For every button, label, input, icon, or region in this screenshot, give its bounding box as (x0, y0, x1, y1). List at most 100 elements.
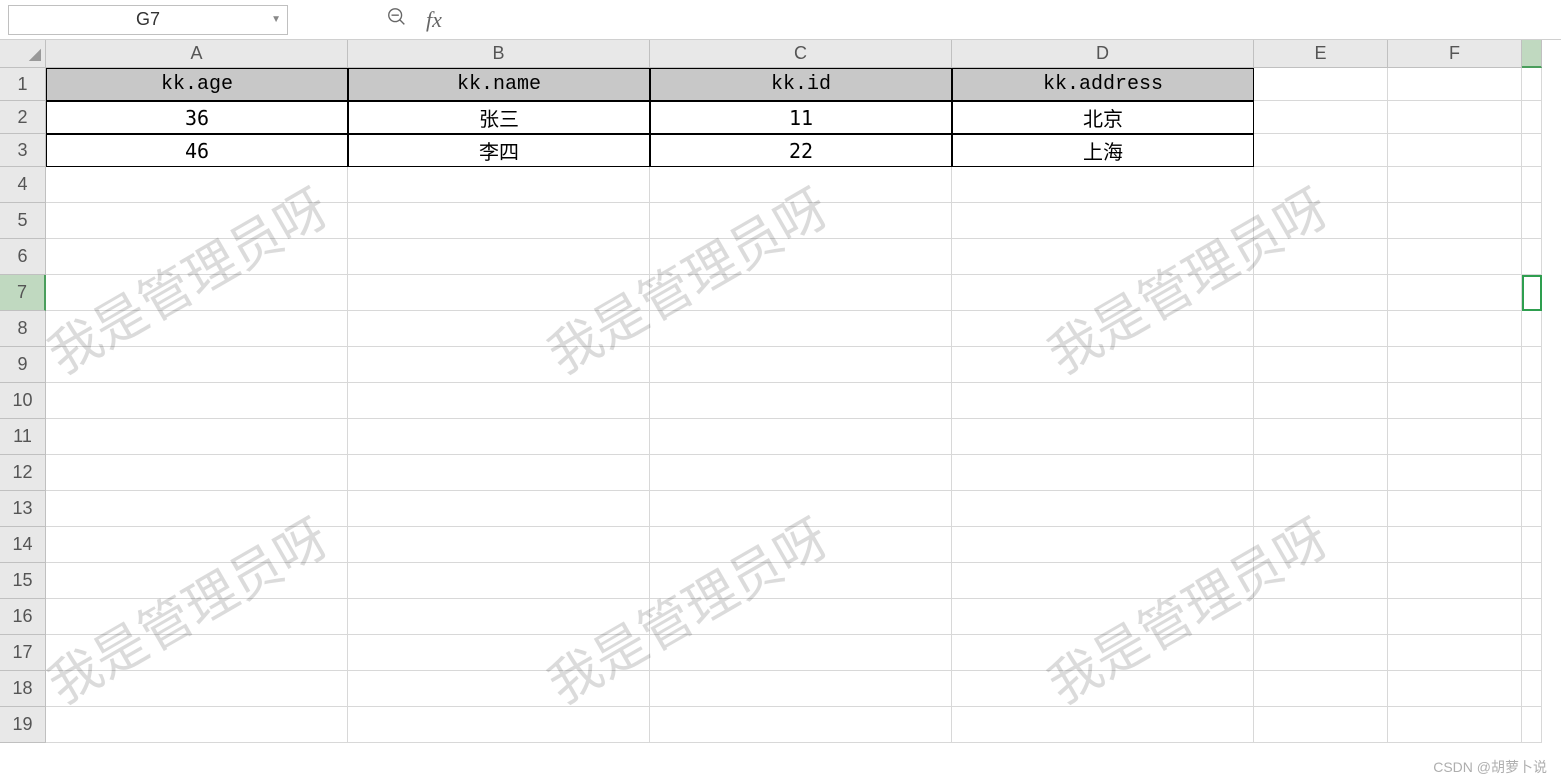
row-header-13[interactable]: 13 (0, 491, 46, 527)
cell-E11[interactable] (1254, 419, 1388, 455)
cell-F2[interactable] (1388, 101, 1522, 134)
cell-B12[interactable] (348, 455, 650, 491)
cell-D14[interactable] (952, 527, 1254, 563)
cell-G2[interactable] (1522, 101, 1542, 134)
cell-D19[interactable] (952, 707, 1254, 743)
cell-A7[interactable] (46, 275, 348, 311)
cell-A2[interactable]: 36 (46, 101, 348, 134)
cell-A3[interactable]: 46 (46, 134, 348, 167)
cell-D10[interactable] (952, 383, 1254, 419)
cell-A19[interactable] (46, 707, 348, 743)
cell-G17[interactable] (1522, 635, 1542, 671)
cell-A16[interactable] (46, 599, 348, 635)
cell-G19[interactable] (1522, 707, 1542, 743)
cell-D2[interactable]: 北京 (952, 101, 1254, 134)
cell-F15[interactable] (1388, 563, 1522, 599)
cell-B19[interactable] (348, 707, 650, 743)
row-header-12[interactable]: 12 (0, 455, 46, 491)
cell-A10[interactable] (46, 383, 348, 419)
cell-A11[interactable] (46, 419, 348, 455)
row-header-17[interactable]: 17 (0, 635, 46, 671)
cell-G7[interactable] (1522, 275, 1542, 311)
cell-D11[interactable] (952, 419, 1254, 455)
cell-D18[interactable] (952, 671, 1254, 707)
cell-B9[interactable] (348, 347, 650, 383)
row-header-7[interactable]: 7 (0, 275, 46, 311)
cell-G15[interactable] (1522, 563, 1542, 599)
cell-A5[interactable] (46, 203, 348, 239)
cell-F12[interactable] (1388, 455, 1522, 491)
cell-D1[interactable]: kk.address (952, 68, 1254, 101)
cell-D7[interactable] (952, 275, 1254, 311)
cell-G9[interactable] (1522, 347, 1542, 383)
cell-B8[interactable] (348, 311, 650, 347)
zoom-out-icon[interactable] (386, 6, 408, 34)
cell-B15[interactable] (348, 563, 650, 599)
cell-D4[interactable] (952, 167, 1254, 203)
chevron-down-icon[interactable]: ▼ (271, 14, 281, 25)
name-box[interactable]: G7 ▼ (8, 5, 288, 35)
cell-C1[interactable]: kk.id (650, 68, 952, 101)
cell-C4[interactable] (650, 167, 952, 203)
row-header-9[interactable]: 9 (0, 347, 46, 383)
cell-E3[interactable] (1254, 134, 1388, 167)
column-header-G[interactable] (1522, 40, 1542, 68)
cell-A15[interactable] (46, 563, 348, 599)
cell-C8[interactable] (650, 311, 952, 347)
cell-F13[interactable] (1388, 491, 1522, 527)
cell-G12[interactable] (1522, 455, 1542, 491)
cell-C5[interactable] (650, 203, 952, 239)
cell-C3[interactable]: 22 (650, 134, 952, 167)
cell-D16[interactable] (952, 599, 1254, 635)
cell-E1[interactable] (1254, 68, 1388, 101)
cell-B2[interactable]: 张三 (348, 101, 650, 134)
cell-A8[interactable] (46, 311, 348, 347)
cell-F16[interactable] (1388, 599, 1522, 635)
row-header-3[interactable]: 3 (0, 134, 46, 167)
cell-G4[interactable] (1522, 167, 1542, 203)
cell-E14[interactable] (1254, 527, 1388, 563)
cell-B10[interactable] (348, 383, 650, 419)
cell-C7[interactable] (650, 275, 952, 311)
cell-F7[interactable] (1388, 275, 1522, 311)
cell-D9[interactable] (952, 347, 1254, 383)
row-header-11[interactable]: 11 (0, 419, 46, 455)
cell-B17[interactable] (348, 635, 650, 671)
cell-G3[interactable] (1522, 134, 1542, 167)
cell-A12[interactable] (46, 455, 348, 491)
fx-icon[interactable]: fx (426, 7, 442, 33)
cell-E2[interactable] (1254, 101, 1388, 134)
cell-F10[interactable] (1388, 383, 1522, 419)
cell-A14[interactable] (46, 527, 348, 563)
cell-B16[interactable] (348, 599, 650, 635)
cell-G13[interactable] (1522, 491, 1542, 527)
cell-F6[interactable] (1388, 239, 1522, 275)
cell-A13[interactable] (46, 491, 348, 527)
cell-C19[interactable] (650, 707, 952, 743)
cell-A6[interactable] (46, 239, 348, 275)
cell-G5[interactable] (1522, 203, 1542, 239)
cell-F4[interactable] (1388, 167, 1522, 203)
cell-E18[interactable] (1254, 671, 1388, 707)
cell-C18[interactable] (650, 671, 952, 707)
cell-C12[interactable] (650, 455, 952, 491)
select-all-corner[interactable]: ◢ (0, 40, 46, 68)
cell-D12[interactable] (952, 455, 1254, 491)
cell-F3[interactable] (1388, 134, 1522, 167)
cell-B1[interactable]: kk.name (348, 68, 650, 101)
column-header-B[interactable]: B (348, 40, 650, 68)
cell-C16[interactable] (650, 599, 952, 635)
cell-E17[interactable] (1254, 635, 1388, 671)
spreadsheet-grid[interactable]: ◢ A B C D E F 1 kk.age kk.name kk.id kk.… (0, 40, 1561, 783)
column-header-F[interactable]: F (1388, 40, 1522, 68)
cell-F18[interactable] (1388, 671, 1522, 707)
row-header-18[interactable]: 18 (0, 671, 46, 707)
cell-A1[interactable]: kk.age (46, 68, 348, 101)
cell-B4[interactable] (348, 167, 650, 203)
cell-D13[interactable] (952, 491, 1254, 527)
cell-F1[interactable] (1388, 68, 1522, 101)
cell-C11[interactable] (650, 419, 952, 455)
column-header-C[interactable]: C (650, 40, 952, 68)
cell-C9[interactable] (650, 347, 952, 383)
cell-E10[interactable] (1254, 383, 1388, 419)
